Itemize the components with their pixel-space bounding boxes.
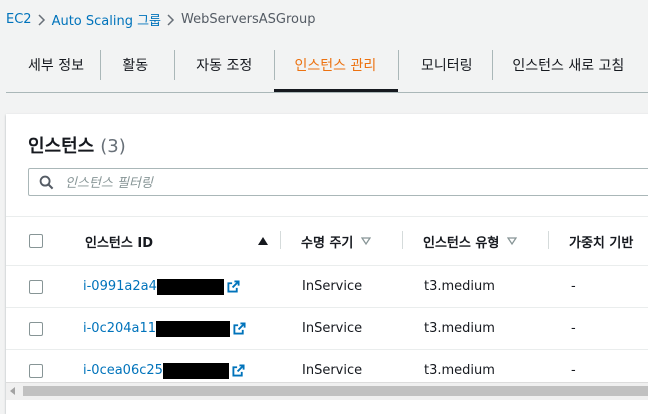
header-lifecycle-label: 수명 주기 [301,235,354,251]
tab-instance-management-label: 인스턴스 관리 [294,58,377,74]
header-instance-id-label: 인스턴스 ID [85,235,153,251]
header-instance-type[interactable]: 인스턴스 유형 [402,216,548,266]
redacted-block [156,278,224,295]
breadcrumb-ec2-link[interactable]: EC2 [6,12,32,27]
column-divider [402,231,403,249]
table-row: i-0c204a11 InService t3.medium - [6,307,648,350]
header-instance-type-label: 인스턴스 유형 [423,235,500,251]
weight-cell: - [548,307,648,350]
lifecycle-value: InService [302,321,363,336]
sort-ascending-icon [258,237,268,245]
breadcrumb: EC2 Auto Scaling 그룹 WebServersASGroup [6,10,315,29]
tab-details[interactable]: 세부 정보 [6,40,100,90]
instance-type-value: t3.medium [424,363,495,378]
instance-type-value: t3.medium [424,279,495,294]
breadcrumb-asg-link[interactable]: Auto Scaling 그룹 [52,10,161,29]
tab-auto-scaling[interactable]: 자동 조정 [174,40,273,90]
chevron-right-icon [161,13,181,26]
redacted-block [156,320,231,337]
table-row: i-0991a2a4 InService t3.medium - [6,265,648,308]
instance-id-cell: i-0991a2a4 [74,265,280,308]
select-all-checkbox[interactable] [29,234,43,248]
tab-instance-management[interactable]: 인스턴스 관리 [273,40,399,92]
weight-cell: - [548,265,648,308]
instances-panel: 인스턴스(3) 인스턴스 ID 수명 주기 [6,114,648,414]
panel-title: 인스턴스 (3) [28,132,126,158]
instance-type-cell: t3.medium [402,265,548,308]
tab-monitoring-label: 모니터링 [421,58,473,74]
table-header-row: 인스턴스 ID 수명 주기 인스턴스 유형 가중치 기반 [6,216,648,266]
scrollbar-thumb[interactable] [23,386,648,396]
panel-title-text: 인스턴스 [28,136,95,157]
instances-table: 인스턴스 ID 수명 주기 인스턴스 유형 가중치 기반 i-0991a2a4 … [6,216,648,392]
instance-id-link[interactable]: i-0991a2a4 [83,279,157,294]
row-checkbox[interactable] [29,321,43,336]
header-weight-label: 가중치 기반 [569,235,634,251]
scroll-left-arrow-icon[interactable] [10,387,15,395]
instance-count: (3) [100,136,126,157]
tab-activity[interactable]: 활동 [100,40,174,90]
column-divider [548,231,549,249]
instance-id-link[interactable]: i-0c204a11 [83,321,156,336]
header-weight[interactable]: 가중치 기반 [548,216,648,266]
select-all-cell [6,216,74,266]
external-link-icon[interactable] [233,322,246,335]
sort-icon [361,237,372,246]
instance-id-link[interactable]: i-0cea06c25 [83,363,163,378]
lifecycle-cell: InService [280,265,402,308]
chevron-right-icon [32,13,52,26]
header-instance-id[interactable]: 인스턴스 ID [74,216,280,266]
row-select-cell [6,265,74,308]
tab-list: 세부 정보 활동 자동 조정 인스턴스 관리 모니터링 인스턴스 새로 고침 [6,40,648,93]
sort-icon [507,237,518,246]
tab-details-label: 세부 정보 [28,58,84,74]
tab-activity-label: 활동 [122,58,149,74]
weight-value: - [571,279,576,294]
lifecycle-cell: InService [280,307,402,350]
horizontal-scrollbar[interactable] [6,382,648,400]
weight-value: - [571,363,576,378]
instance-type-cell: t3.medium [402,307,548,350]
external-link-icon[interactable] [227,280,240,293]
tab-monitoring[interactable]: 모니터링 [398,40,492,90]
lifecycle-value: InService [302,363,363,378]
header-lifecycle[interactable]: 수명 주기 [280,216,402,266]
filter-input[interactable] [63,172,647,194]
instance-type-value: t3.medium [424,321,495,336]
external-link-icon[interactable] [232,364,245,377]
column-divider [280,231,281,249]
tab-auto-scaling-label: 자동 조정 [196,58,253,74]
row-select-cell [6,307,74,350]
lifecycle-value: InService [302,279,363,294]
instance-id-cell: i-0c204a11 [74,307,280,350]
weight-value: - [571,321,576,336]
redacted-block [162,362,229,379]
row-checkbox[interactable] [29,279,43,294]
tab-instance-refresh-label: 인스턴스 새로 고침 [512,58,625,74]
instance-filter [28,168,648,196]
breadcrumb-current: WebServersASGroup [181,12,316,27]
tab-instance-refresh[interactable]: 인스턴스 새로 고침 [492,40,648,90]
row-checkbox[interactable] [29,363,43,378]
search-icon [39,175,54,190]
